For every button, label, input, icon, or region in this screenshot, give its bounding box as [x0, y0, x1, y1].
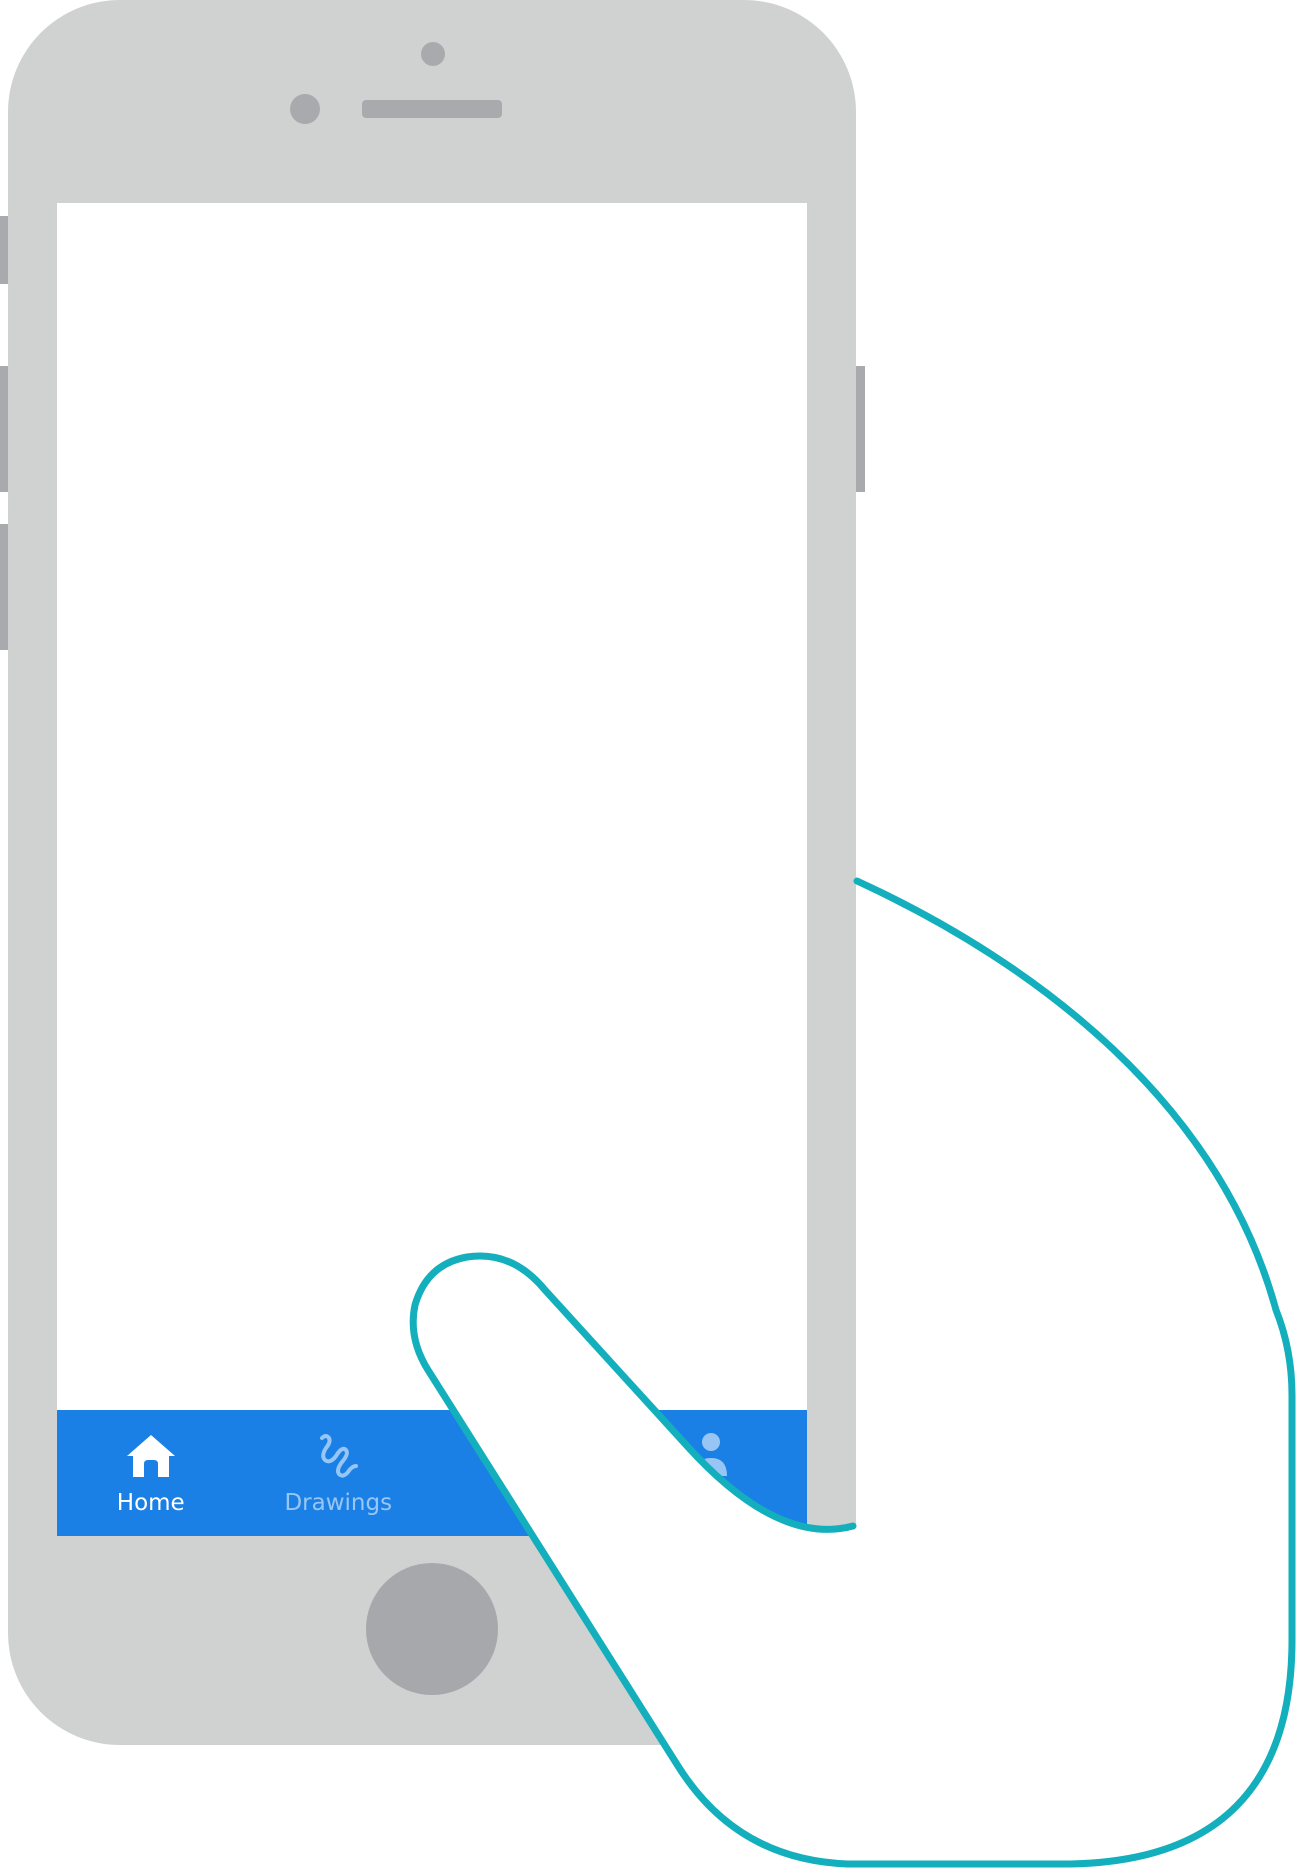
- silent-switch: [0, 216, 8, 284]
- tab-drawings[interactable]: Drawings: [245, 1410, 433, 1536]
- squiggle-icon: [312, 1432, 364, 1480]
- person-icon: [687, 1432, 739, 1480]
- tab-third[interactable]: Sc: [432, 1410, 620, 1536]
- home-button[interactable]: [366, 1563, 498, 1695]
- earpiece-speaker: [362, 100, 502, 118]
- tab-third-icon: [500, 1432, 552, 1480]
- front-camera: [290, 94, 320, 124]
- tab-label-third: Sc: [512, 1490, 540, 1516]
- tab-home[interactable]: Home: [57, 1410, 245, 1536]
- tab-bar: Home Drawings Sc: [57, 1410, 807, 1536]
- tab-label-drawings: Drawings: [284, 1490, 393, 1516]
- tab-label-home: Home: [116, 1490, 185, 1516]
- volume-up-button: [0, 366, 8, 492]
- tab-profile[interactable]: [620, 1410, 808, 1536]
- proximity-sensor: [421, 42, 445, 66]
- volume-down-button: [0, 524, 8, 650]
- home-icon: [125, 1432, 177, 1480]
- phone-screen: Home Drawings Sc: [57, 203, 807, 1536]
- phone-illustration: Home Drawings Sc: [0, 0, 1296, 1868]
